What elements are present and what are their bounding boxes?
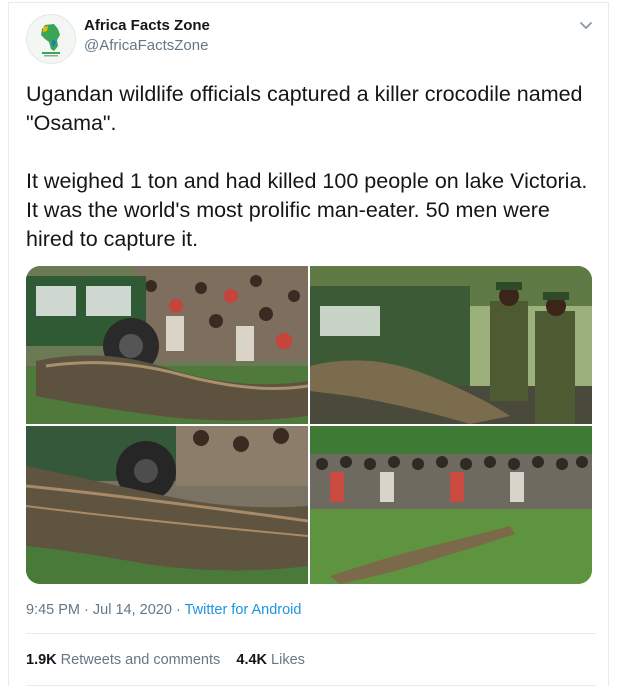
meta-separator: · bbox=[84, 602, 89, 618]
avatar[interactable] bbox=[26, 14, 76, 64]
display-name[interactable]: Africa Facts Zone bbox=[84, 17, 210, 34]
photo-grid bbox=[26, 266, 592, 584]
tweet-time[interactable]: 9:45 PM bbox=[26, 602, 80, 618]
likes-label: Likes bbox=[271, 652, 305, 668]
retweets-count: 1.9K bbox=[26, 652, 57, 668]
user-handle[interactable]: @AfricaFactsZone bbox=[84, 37, 208, 54]
tweet-text: Ugandan wildlife officials captured a ki… bbox=[26, 80, 596, 283]
meta-separator: · bbox=[175, 602, 181, 618]
tweet-stats: 1.9K Retweets and comments 4.4K Likes bbox=[26, 652, 305, 668]
photo-1[interactable] bbox=[26, 266, 308, 424]
photo-2[interactable] bbox=[310, 266, 592, 424]
divider bbox=[26, 685, 596, 686]
africa-map-logo-icon bbox=[41, 24, 60, 57]
photo-3[interactable] bbox=[26, 426, 308, 584]
photo-4[interactable] bbox=[310, 426, 592, 584]
retweets-label: Retweets and comments bbox=[60, 652, 221, 668]
divider bbox=[26, 633, 596, 634]
more-options-chevron-icon[interactable] bbox=[576, 15, 596, 35]
source-link[interactable]: Twitter for Android bbox=[185, 602, 302, 618]
retweets-stat[interactable]: 1.9K Retweets and comments bbox=[26, 652, 220, 668]
tweet-meta: 9:45 PM · Jul 14, 2020 · Twitter for And… bbox=[26, 602, 301, 618]
likes-stat[interactable]: 4.4K Likes bbox=[236, 652, 305, 668]
tweet-date[interactable]: Jul 14, 2020 bbox=[93, 602, 172, 618]
tweet-paragraph-1: Ugandan wildlife officials captured a ki… bbox=[26, 82, 583, 135]
tweet-paragraph-2: It weighed 1 ton and had killed 100 peop… bbox=[26, 169, 588, 251]
likes-count: 4.4K bbox=[236, 652, 268, 668]
